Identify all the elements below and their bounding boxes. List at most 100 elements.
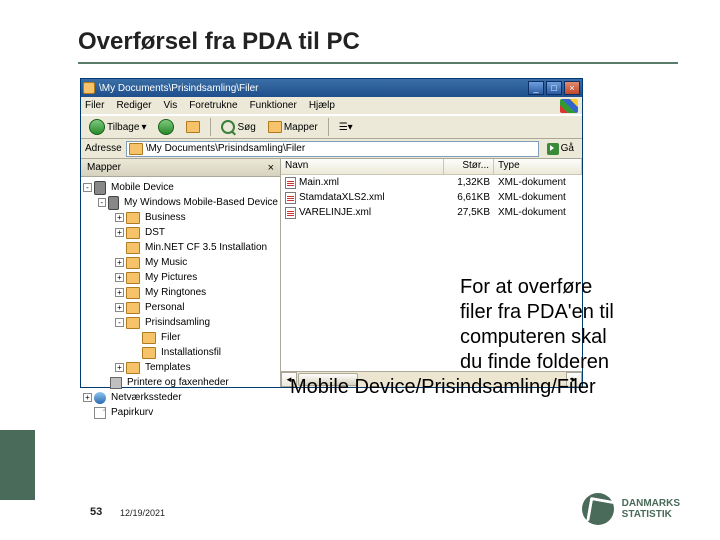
tree-item[interactable]: - Prisindsamling xyxy=(83,315,278,330)
address-folder-icon xyxy=(129,143,143,155)
back-button[interactable]: Tilbage ▾ xyxy=(85,118,150,136)
col-size[interactable]: Stør... xyxy=(444,159,494,174)
menu-rediger[interactable]: Rediger xyxy=(116,100,151,111)
tree-item[interactable]: + My Ringtones xyxy=(83,285,278,300)
tree-expander[interactable]: + xyxy=(83,393,92,402)
pda-icon xyxy=(94,181,106,195)
tree-item[interactable]: +DST xyxy=(83,225,278,240)
folder-icon xyxy=(126,242,140,254)
window-title: \My Documents\Prisindsamling\Filer xyxy=(99,83,528,94)
tree-item-label: Papirkurv xyxy=(111,407,153,418)
maximize-button[interactable]: □ xyxy=(546,81,562,95)
address-label: Adresse xyxy=(85,143,122,154)
menu-foretrukne[interactable]: Foretrukne xyxy=(189,100,237,111)
forward-arrow-icon xyxy=(158,119,174,135)
cell-name: StamdataXLS2.xml xyxy=(281,192,444,204)
tree-item-label: Templates xyxy=(145,362,191,373)
folder-tree[interactable]: -Mobile Device-My Windows Mobile-Based D… xyxy=(81,177,280,423)
tree-item-label: Personal xyxy=(145,302,184,313)
close-button[interactable]: × xyxy=(564,81,580,95)
tree-item[interactable]: Min.NET CF 3.5 Installation xyxy=(83,240,278,255)
forward-button[interactable] xyxy=(154,118,178,136)
tree-item-label: My Ringtones xyxy=(145,287,206,298)
tree-item[interactable]: +My Pictures xyxy=(83,270,278,285)
menu-filer[interactable]: Filer xyxy=(85,100,104,111)
tree-item-label: My Windows Mobile-Based Device xyxy=(124,197,278,208)
tree-expander[interactable]: + xyxy=(115,228,124,237)
cell-name: VARELINJE.xml xyxy=(281,207,444,219)
tree-close-button[interactable]: × xyxy=(268,162,274,174)
tree-item[interactable]: - My Windows Mobile-Based Device xyxy=(83,195,278,210)
windows-flag-icon xyxy=(560,99,578,113)
search-icon xyxy=(221,120,235,134)
folder-tree-pane: Mapper × -Mobile Device-My Windows Mobil… xyxy=(81,159,281,387)
menu-hjaelp[interactable]: Hjælp xyxy=(309,100,335,111)
folder-icon xyxy=(126,227,140,239)
title-underline xyxy=(78,62,678,64)
tree-expander[interactable]: + xyxy=(115,258,124,267)
address-path: \My Documents\Prisindsamling\Filer xyxy=(146,143,306,154)
minimize-button[interactable]: _ xyxy=(528,81,544,95)
tree-item[interactable]: +Business xyxy=(83,210,278,225)
tree-item[interactable]: -Mobile Device xyxy=(83,180,278,195)
tree-item[interactable]: Installationsfil xyxy=(83,345,278,360)
slide-body-text: For at overføre filer fra PDA'en til com… xyxy=(290,275,670,400)
toolbar-separator-2 xyxy=(328,118,329,136)
toolbar: Tilbage ▾ Søg Mapper ☰▾ xyxy=(81,115,582,139)
tree-item[interactable]: Papirkurv xyxy=(83,405,278,420)
tree-item[interactable]: + Templates xyxy=(83,360,278,375)
address-bar: Adresse \My Documents\Prisindsamling\Fil… xyxy=(81,139,582,159)
xml-file-icon xyxy=(285,192,296,204)
up-button[interactable] xyxy=(182,120,204,134)
folder-icon xyxy=(126,362,140,374)
folder-icon xyxy=(126,257,140,269)
file-row[interactable]: VARELINJE.xml27,5KBXML-dokument xyxy=(281,205,582,220)
tree-expander[interactable]: + xyxy=(115,273,124,282)
file-row[interactable]: Main.xml1,32KBXML-dokument xyxy=(281,175,582,190)
window-titlebar[interactable]: \My Documents\Prisindsamling\Filer _ □ × xyxy=(81,79,582,97)
tree-item[interactable]: + Personal xyxy=(83,300,278,315)
tree-expander[interactable]: - xyxy=(115,318,124,327)
tree-item[interactable]: + Netværkssteder xyxy=(83,390,278,405)
tree-header: Mapper × xyxy=(81,159,280,177)
tree-item-label: My Music xyxy=(145,257,187,268)
tree-item-label: Netværkssteder xyxy=(111,392,182,403)
go-button[interactable]: Gå xyxy=(543,143,578,155)
tree-item-label: Filer xyxy=(161,332,180,343)
menu-vis[interactable]: Vis xyxy=(163,100,177,111)
tree-item[interactable]: + My Music xyxy=(83,255,278,270)
cell-type: XML-dokument xyxy=(494,177,582,188)
tree-expander[interactable]: - xyxy=(83,183,92,192)
footer-date: 12/19/2021 xyxy=(120,508,165,518)
page-number: 53 xyxy=(90,506,102,518)
tree-expander[interactable]: + xyxy=(115,363,124,372)
folder-icon xyxy=(126,317,140,329)
col-type[interactable]: Type xyxy=(494,159,582,174)
tree-item[interactable]: Filer xyxy=(83,330,278,345)
tree-expander[interactable]: + xyxy=(115,303,124,312)
tree-item-label: Min.NET CF 3.5 Installation xyxy=(145,242,267,253)
search-button[interactable]: Søg xyxy=(217,119,259,135)
address-input[interactable]: \My Documents\Prisindsamling\Filer xyxy=(126,141,539,157)
tree-item-label: Printere og faxenheder xyxy=(127,377,229,388)
cell-type: XML-dokument xyxy=(494,192,582,203)
cell-size: 27,5KB xyxy=(444,207,494,218)
menu-funktioner[interactable]: Funktioner xyxy=(250,100,297,111)
tree-expander[interactable]: + xyxy=(115,213,124,222)
folders-icon xyxy=(268,121,282,133)
network-icon xyxy=(94,392,106,404)
tree-expander[interactable]: + xyxy=(115,288,124,297)
folders-button[interactable]: Mapper xyxy=(264,120,322,134)
views-button[interactable]: ☰▾ xyxy=(335,121,357,134)
tree-item-label: Installationsfil xyxy=(161,347,221,358)
col-name[interactable]: Navn xyxy=(281,159,444,174)
tree-item-label: Prisindsamling xyxy=(145,317,210,328)
file-row[interactable]: StamdataXLS2.xml6,61KBXML-dokument xyxy=(281,190,582,205)
tree-expander[interactable]: - xyxy=(98,198,106,207)
pda-icon xyxy=(108,196,119,210)
folder-icon xyxy=(142,332,156,344)
cell-name: Main.xml xyxy=(281,177,444,189)
go-arrow-icon xyxy=(547,143,559,155)
up-folder-icon xyxy=(186,121,200,133)
tree-item[interactable]: Printere og faxenheder xyxy=(83,375,278,390)
